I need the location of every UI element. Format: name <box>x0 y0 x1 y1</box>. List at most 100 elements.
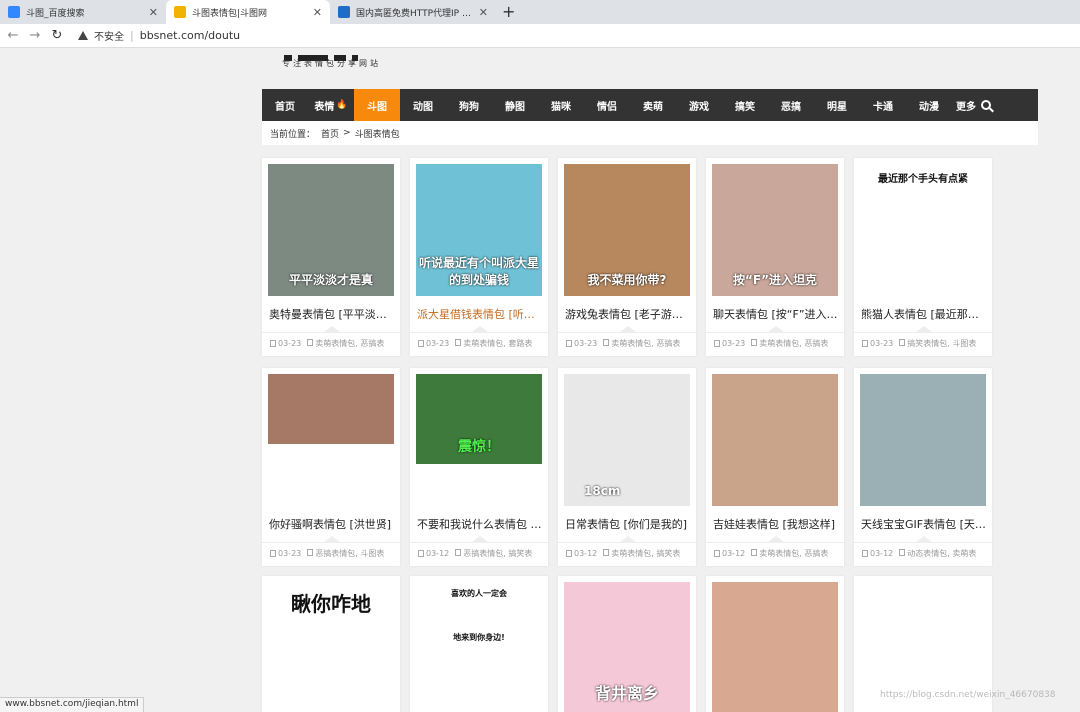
tab-baidu-search[interactable]: 斗图_百度搜索 ✕ <box>0 0 166 24</box>
calendar-icon <box>270 340 276 347</box>
emoji-card[interactable]: 喜欢的人一定会 地来到你身边! <box>410 576 548 712</box>
nav-item-label: 游戏 <box>689 101 709 113</box>
fire-icon: 🔥 <box>336 100 348 110</box>
url-input[interactable]: bbsnet.com/doutu <box>140 29 240 42</box>
emoji-thumbnail[interactable]: 震惊！ <box>416 374 542 464</box>
emoji-card[interactable]: 听说最近有个叫派大星的到处骗钱派大星借钱表情包 [听说最近有个叫派大星的] 03-… <box>410 158 548 356</box>
emoji-thumbnail[interactable]: 听说最近有个叫派大星的到处骗钱 <box>416 164 542 296</box>
emoji-card-title[interactable]: 奥特曼表情包 [平平淡淡才是真] <box>269 306 395 322</box>
tag-icon <box>455 549 462 556</box>
nav-item[interactable]: 游戏 <box>676 89 722 121</box>
emoji-card-title[interactable]: 游戏兔表情包 [老子游戏不菜] <box>565 306 691 322</box>
baidu-favicon-icon <box>8 6 20 18</box>
nav-more-label: 更多 <box>956 101 976 113</box>
emoji-thumbnail[interactable]: 按“F”进入坦克 <box>712 164 838 296</box>
meme-caption-text: 听说最近有个叫派大星的到处骗钱 <box>418 256 539 287</box>
emoji-thumbnail[interactable]: 背井离乡 <box>564 582 690 712</box>
close-icon[interactable]: ✕ <box>313 6 322 19</box>
emoji-card[interactable]: 震惊！ 不要和我说什么表情包 [震惊] 03-12 恶搞表情包, 搞笑表 <box>410 368 548 566</box>
emoji-card[interactable]: 吉娃娃表情包 [我想这样] 03-12 卖萌表情包, 恶搞表 <box>706 368 844 566</box>
emoji-card[interactable]: 最近那个手头有点紧熊猫人表情包 [最近那个手头有点紧] 03-23 搞笑表情包, 斗… <box>854 158 992 356</box>
nav-item[interactable]: 斗图 <box>354 89 400 121</box>
nav-item[interactable]: 恶搞 <box>768 89 814 121</box>
emoji-card[interactable]: 我不菜用你带? 游戏兔表情包 [老子游戏不菜] 03-23 卖萌表情包, 恶搞表 <box>558 158 696 356</box>
reload-icon[interactable]: ↻ <box>46 28 68 43</box>
post-tags[interactable]: 卖萌表情包, 恶搞表 <box>759 339 828 348</box>
emoji-thumbnail[interactable]: 最近那个手头有点紧 <box>860 164 986 296</box>
emoji-card-title[interactable]: 你好骚啊表情包 [洪世贤] <box>269 516 395 532</box>
emoji-thumbnail[interactable] <box>712 374 838 506</box>
post-tags[interactable]: 卖萌表情包, 恶搞表 <box>611 339 680 348</box>
tag-icon <box>751 339 758 346</box>
nav-item-label: 动漫 <box>919 101 939 113</box>
post-tags[interactable]: 卖萌表情包, 恶搞表 <box>759 549 828 558</box>
nav-item[interactable]: 狗狗 <box>446 89 492 121</box>
new-tab-button[interactable]: + <box>502 2 515 21</box>
emoji-card-title[interactable]: 派大星借钱表情包 [听说最近有个叫派大星的] <box>417 306 543 322</box>
security-indicator[interactable]: 不安全 <box>78 28 124 43</box>
emoji-card-meta: 03-12 恶搞表情包, 搞笑表 <box>410 542 548 564</box>
emoji-card-title[interactable]: 不要和我说什么表情包 [震惊] <box>417 516 543 532</box>
emoji-thumbnail[interactable]: 平平淡淡才是真 <box>268 164 394 296</box>
post-date: 03-23 <box>870 339 894 348</box>
emoji-card[interactable]: 背井离乡 <box>558 576 696 712</box>
close-icon[interactable]: ✕ <box>149 6 158 19</box>
post-tags[interactable]: 恶搞表情包, 斗图表 <box>315 549 384 558</box>
tab-doutu[interactable]: 斗图表情包|斗图网 ✕ <box>166 0 330 24</box>
nav-item[interactable]: 卡通 <box>860 89 906 121</box>
browser-tab-bar: 斗图_百度搜索 ✕ 斗图表情包|斗图网 ✕ 国内高匿免费HTTP代理IP - 快… <box>0 0 1080 24</box>
emoji-thumbnail[interactable]: 瞅你咋地 <box>268 582 394 712</box>
emoji-card-title[interactable]: 天线宝宝GIF表情包 [天线宝宝] <box>861 516 987 532</box>
emoji-card-title[interactable]: 聊天表情包 [按“F”进入坦克] <box>713 306 839 322</box>
tab-proxy-ip[interactable]: 国内高匿免费HTTP代理IP - 快代 ✕ <box>330 0 496 24</box>
emoji-thumbnail[interactable] <box>712 582 838 712</box>
nav-item[interactable]: 动漫 <box>906 89 952 121</box>
nav-item[interactable]: 猫咪 <box>538 89 584 121</box>
emoji-card[interactable]: 你好骚啊表情包 [洪世贤] 03-23 恶搞表情包, 斗图表 <box>262 368 400 566</box>
post-tags[interactable]: 卖萌表情包, 搞笑表 <box>611 549 680 558</box>
post-tags[interactable]: 搞笑表情包, 斗图表 <box>907 339 976 348</box>
emoji-card[interactable]: 天线宝宝GIF表情包 [天线宝宝] 03-12 动态表情包, 卖萌表 <box>854 368 992 566</box>
nav-item[interactable]: 搞笑 <box>722 89 768 121</box>
post-tags[interactable]: 卖萌表情包, 恶搞表 <box>315 339 384 348</box>
emoji-card-title[interactable]: 熊猫人表情包 [最近那个手头有点紧] <box>861 306 987 322</box>
nav-item[interactable]: 情侣 <box>584 89 630 121</box>
tag-icon <box>899 339 906 346</box>
emoji-card-title[interactable]: 吉娃娃表情包 [我想这样] <box>713 516 839 532</box>
meme-caption-text: 震惊！ <box>458 439 500 455</box>
close-icon[interactable]: ✕ <box>479 6 488 19</box>
nav-more-button[interactable]: 更多 <box>956 89 991 121</box>
site-logo[interactable] <box>284 48 394 61</box>
nav-item[interactable]: 卖萌 <box>630 89 676 121</box>
emoji-thumbnail[interactable]: 喜欢的人一定会 地来到你身边! <box>416 582 542 712</box>
post-tags[interactable]: 恶搞表情包, 搞笑表 <box>463 549 532 558</box>
emoji-thumbnail[interactable] <box>860 374 986 506</box>
emoji-card[interactable]: 瞅你咋地 <box>262 576 400 712</box>
emoji-thumbnail[interactable]: 18cm <box>564 374 690 506</box>
nav-item[interactable]: 表情 🔥 <box>308 89 354 121</box>
forward-arrow-icon[interactable]: → <box>24 28 46 43</box>
post-date: 03-23 <box>278 339 302 348</box>
breadcrumb-separator: > <box>343 128 351 138</box>
back-arrow-icon[interactable]: ← <box>2 28 24 43</box>
post-date: 03-12 <box>870 549 894 558</box>
emoji-thumbnail[interactable]: 我不菜用你带? <box>564 164 690 296</box>
nav-item[interactable]: 明星 <box>814 89 860 121</box>
status-bar-url: www.bbsnet.com/jieqian.html <box>0 697 145 712</box>
nav-item-label: 卡通 <box>873 101 893 113</box>
emoji-thumbnail[interactable] <box>268 374 394 444</box>
post-tags[interactable]: 动态表情包, 卖萌表 <box>907 549 976 558</box>
nav-item[interactable]: 动图 <box>400 89 446 121</box>
emoji-card[interactable]: 18cm 日常表情包 [你们是我的] 03-12 卖萌表情包, 搞笑表 <box>558 368 696 566</box>
tag-icon <box>603 549 610 556</box>
nav-item[interactable]: 首页 <box>262 89 308 121</box>
search-icon[interactable] <box>981 100 991 110</box>
emoji-card[interactable]: 平平淡淡才是真奥特曼表情包 [平平淡淡才是真] 03-23 卖萌表情包, 恶搞表 <box>262 158 400 356</box>
post-date: 03-23 <box>722 339 746 348</box>
emoji-card[interactable]: 按“F”进入坦克聊天表情包 [按“F”进入坦克] 03-23 卖萌表情包, 恶搞表 <box>706 158 844 356</box>
emoji-card[interactable] <box>706 576 844 712</box>
post-tags[interactable]: 卖萌表情包, 套路表 <box>463 339 532 348</box>
emoji-card-title[interactable]: 日常表情包 [你们是我的] <box>565 516 691 532</box>
nav-item[interactable]: 静图 <box>492 89 538 121</box>
breadcrumb-home-link[interactable]: 首页 <box>321 127 339 140</box>
